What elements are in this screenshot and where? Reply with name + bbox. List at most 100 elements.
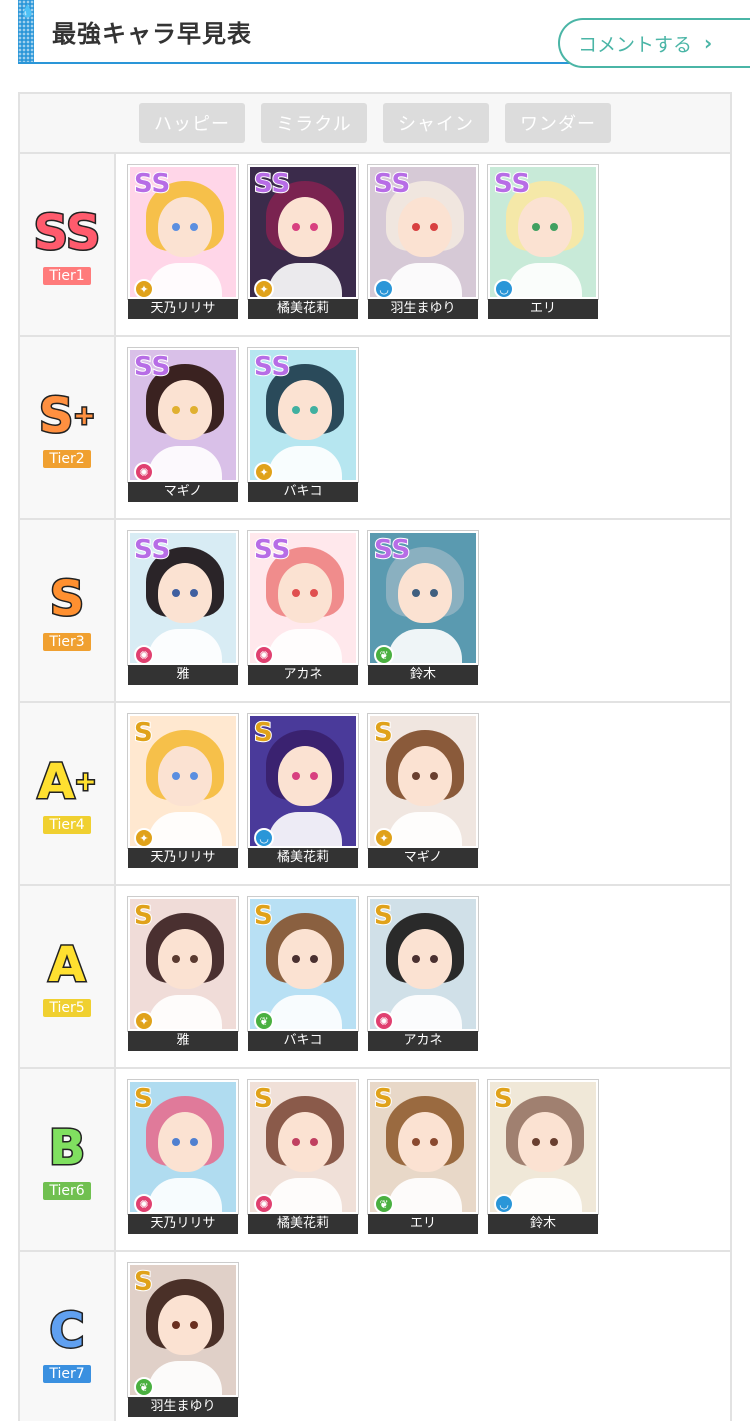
character-name: 羽生まゆり (128, 1397, 238, 1417)
wonder-attribute-icon: ◡ (254, 828, 274, 846)
tier-row: C Tier7 S ❦ 羽生まゆり (20, 1252, 730, 1421)
portrait-eye (310, 1138, 318, 1146)
portrait-body (148, 812, 222, 846)
tier-badge: Tier2 (43, 449, 91, 468)
character-card[interactable]: S ❦ バキコ (248, 897, 358, 1051)
portrait-eye (190, 406, 198, 414)
character-card[interactable]: SS ✦ バキコ (248, 348, 358, 502)
character-card[interactable]: SS ◡ 羽生まゆり (368, 165, 478, 319)
portrait-body (388, 812, 462, 846)
rarity-badge: S (373, 1083, 394, 1115)
rarity-badge: S (373, 900, 394, 932)
portrait-face (278, 563, 332, 623)
rarity-badge: S (373, 717, 394, 749)
character-portrait: S ✺ (368, 897, 478, 1031)
portrait-face (278, 929, 332, 989)
character-portrait: SS ✺ (248, 531, 358, 665)
portrait-body (388, 995, 462, 1029)
filter-button[interactable]: ミラクル (261, 103, 367, 143)
character-name: アカネ (368, 1031, 478, 1051)
portrait-eye (292, 955, 300, 963)
rarity-badge: SS (373, 534, 411, 566)
character-name: マギノ (368, 848, 478, 868)
tier-row: S+ Tier2 SS ✺ マギノ SS ✦ バキコ (20, 337, 730, 520)
portrait-eye (412, 955, 420, 963)
portrait-face (398, 563, 452, 623)
tier-badge: Tier5 (43, 998, 91, 1017)
character-card[interactable]: S ◡ 橘美花莉 (248, 714, 358, 868)
rarity-badge: SS (493, 168, 531, 200)
character-portrait: S ❦ (128, 1263, 238, 1397)
miracle-attribute-icon: ✺ (134, 645, 154, 663)
portrait-body (388, 629, 462, 663)
portrait-face (398, 197, 452, 257)
portrait-body (268, 446, 342, 480)
filter-button[interactable]: ワンダー (505, 103, 611, 143)
character-card[interactable]: S ✦ 天乃リリサ (128, 714, 238, 868)
portrait-eye (292, 223, 300, 231)
happy-attribute-icon: ✦ (134, 279, 154, 297)
comment-button[interactable]: コメントする › (558, 18, 750, 68)
character-card[interactable]: S ❦ 羽生まゆり (128, 1263, 238, 1417)
portrait-eye (412, 223, 420, 231)
tier-label-cell: S Tier3 (20, 520, 116, 701)
character-name: 天乃リリサ (128, 1214, 238, 1234)
character-portrait: S ✦ (128, 714, 238, 848)
rarity-badge: S (253, 1083, 274, 1115)
character-card[interactable]: SS ✦ 橘美花莉 (248, 165, 358, 319)
rarity-badge: SS (133, 168, 171, 200)
character-portrait: SS ❦ (368, 531, 478, 665)
tier-rank-text: S (48, 569, 86, 628)
character-card[interactable]: SS ◡ エリ (488, 165, 598, 319)
portrait-body (508, 1178, 582, 1212)
tier-plus-sign: + (73, 765, 98, 798)
character-portrait: SS ✦ (248, 165, 358, 299)
portrait-face (278, 197, 332, 257)
character-card[interactable]: SS ✺ 雅 (128, 531, 238, 685)
portrait-body (268, 995, 342, 1029)
portrait-eye (310, 772, 318, 780)
portrait-body (148, 1361, 222, 1395)
character-card[interactable]: S ✦ マギノ (368, 714, 478, 868)
shine-attribute-icon: ❦ (134, 1377, 154, 1395)
portrait-body (508, 263, 582, 297)
portrait-body (388, 263, 462, 297)
character-card[interactable]: SS ✦ 天乃リリサ (128, 165, 238, 319)
filter-button[interactable]: ハッピー (139, 103, 245, 143)
character-name: エリ (488, 299, 598, 319)
character-card[interactable]: S ✺ アカネ (368, 897, 478, 1051)
character-card[interactable]: S ◡ 鈴木 (488, 1080, 598, 1234)
tier-badge: Tier6 (43, 1181, 91, 1200)
character-name: 鈴木 (368, 665, 478, 685)
character-card[interactable]: S ❦ エリ (368, 1080, 478, 1234)
tier-rank-letter: S+ (37, 386, 96, 445)
rarity-badge: S (253, 717, 274, 749)
character-name: エリ (368, 1214, 478, 1234)
attribute-filter-bar: ハッピー ミラクル シャイン ワンダー (20, 94, 730, 154)
character-portrait: S ✦ (128, 897, 238, 1031)
portrait-eye (172, 1321, 180, 1329)
filter-button[interactable]: シャイン (383, 103, 489, 143)
portrait-body (268, 1178, 342, 1212)
portrait-eye (310, 955, 318, 963)
comment-button-label: コメントする (578, 33, 693, 56)
wonder-attribute-icon: ◡ (494, 279, 514, 297)
chevron-right-icon: › (704, 31, 713, 55)
tier-rank-letter: B (47, 1118, 87, 1177)
character-card[interactable]: SS ✺ アカネ (248, 531, 358, 685)
character-card[interactable]: SS ❦ 鈴木 (368, 531, 478, 685)
happy-attribute-icon: ✦ (254, 279, 274, 297)
portrait-face (158, 1295, 212, 1355)
rarity-badge: S (253, 900, 274, 932)
character-card[interactable]: S ✦ 雅 (128, 897, 238, 1051)
character-card[interactable]: S ✺ 橘美花莉 (248, 1080, 358, 1234)
portrait-face (518, 197, 572, 257)
happy-attribute-icon: ✦ (134, 1011, 154, 1029)
character-card[interactable]: SS ✺ マギノ (128, 348, 238, 502)
character-name: 雅 (128, 1031, 238, 1051)
drop-icon: 💧 (20, 4, 35, 18)
miracle-attribute-icon: ✺ (374, 1011, 394, 1029)
character-card[interactable]: S ✺ 天乃リリサ (128, 1080, 238, 1234)
character-name: 橘美花莉 (248, 299, 358, 319)
portrait-face (158, 1112, 212, 1172)
